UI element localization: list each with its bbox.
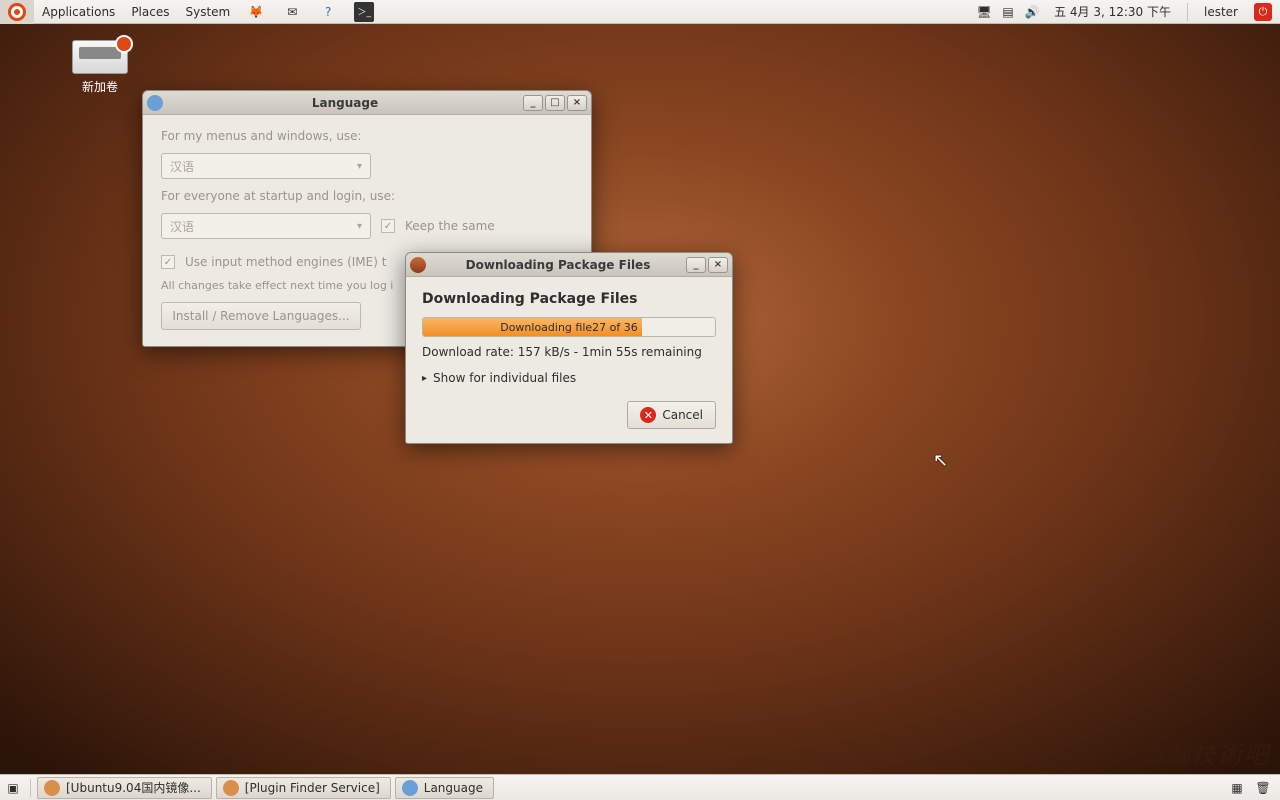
minimize-button[interactable]: _: [686, 257, 706, 273]
download-window-title: Downloading Package Files: [430, 258, 686, 272]
drive-label: 新加卷: [60, 78, 140, 95]
menu-system[interactable]: System: [177, 0, 238, 24]
globe-icon: [147, 95, 163, 111]
taskbar-item-language[interactable]: Language: [395, 777, 494, 799]
login-language-label: For everyone at startup and login, use:: [161, 189, 573, 203]
workspace-switcher[interactable]: ▦: [1227, 778, 1247, 798]
cancel-button[interactable]: ✕ Cancel: [627, 401, 716, 429]
update-tray-icon[interactable]: 🖥: [974, 2, 994, 22]
download-rate: Download rate: 157 kB/s - 1min 55s remai…: [422, 345, 716, 359]
clock[interactable]: 五 4月 3, 12:30 下午: [1046, 0, 1179, 24]
download-heading: Downloading Package Files: [422, 291, 716, 307]
download-titlebar[interactable]: Downloading Package Files _ ×: [406, 253, 732, 277]
volume-tray-icon[interactable]: 🔊: [1022, 2, 1042, 22]
separator: [1187, 3, 1188, 21]
separator: [30, 779, 31, 797]
top-panel: Applications Places System 🦊 ✉ ? ＞_ 🖥 ▤ …: [0, 0, 1280, 24]
menus-language-label: For my menus and windows, use:: [161, 129, 573, 143]
globe-icon: [402, 780, 418, 796]
progress-bar: Downloading file 27 of 36: [422, 317, 716, 337]
triangle-right-icon: ▸: [422, 373, 427, 384]
help-launcher-icon[interactable]: ?: [310, 0, 346, 24]
user-menu[interactable]: lester: [1196, 0, 1246, 24]
menus-language-value: 汉语: [170, 158, 194, 175]
cancel-label: Cancel: [662, 408, 703, 422]
chevron-down-icon: ▾: [357, 161, 362, 172]
firefox-icon: [44, 780, 60, 796]
taskbar-label: [Plugin Finder Service]: [245, 781, 380, 795]
taskbar-label: [Ubuntu9.04国内镜像...: [66, 779, 201, 796]
maximize-button[interactable]: □: [545, 95, 565, 111]
taskbar-item-firefox[interactable]: [Ubuntu9.04国内镜像...: [37, 777, 212, 799]
show-individual-files-expander[interactable]: ▸ Show for individual files: [422, 371, 716, 385]
mouse-cursor: ↖: [933, 450, 948, 471]
close-button[interactable]: ×: [708, 257, 728, 273]
language-titlebar[interactable]: Language _ □ ×: [143, 91, 591, 115]
terminal-launcher-icon[interactable]: ＞_: [346, 0, 382, 24]
firefox-icon: [223, 780, 239, 796]
taskbar-label: Language: [424, 781, 483, 795]
firefox-launcher-icon[interactable]: 🦊: [238, 0, 274, 24]
desktop-drive-icon[interactable]: 新加卷: [60, 40, 140, 95]
show-desktop-button[interactable]: ▣: [3, 778, 23, 798]
chevron-down-icon: ▾: [357, 221, 362, 232]
progress-text: Downloading file 27 of 36: [423, 318, 715, 336]
bottom-panel: ▣ [Ubuntu9.04国内镜像... [Plugin Finder Serv…: [0, 774, 1280, 800]
download-dialog: Downloading Package Files _ × Downloadin…: [405, 252, 733, 444]
login-language-value: 汉语: [170, 218, 194, 235]
watermark: 電腦技術吧: [1140, 735, 1270, 770]
ubuntu-menu-icon[interactable]: [0, 0, 34, 24]
drive-icon: [72, 40, 128, 74]
login-language-combo[interactable]: 汉语 ▾: [161, 213, 371, 239]
keep-same-label: Keep the same: [405, 219, 495, 233]
install-remove-languages-button[interactable]: Install / Remove Languages...: [161, 302, 361, 330]
mail-launcher-icon[interactable]: ✉: [274, 0, 310, 24]
menu-applications[interactable]: Applications: [34, 0, 123, 24]
shutdown-button[interactable]: ⏻: [1250, 0, 1276, 24]
cancel-icon: ✕: [640, 407, 656, 423]
menu-places[interactable]: Places: [123, 0, 177, 24]
taskbar-item-plugin-finder[interactable]: [Plugin Finder Service]: [216, 777, 391, 799]
language-window-title: Language: [167, 96, 523, 110]
ime-label: Use input method engines (IME) t: [185, 255, 386, 269]
ime-checkbox[interactable]: ✓: [161, 255, 175, 269]
expander-label: Show for individual files: [433, 371, 576, 385]
package-icon: [410, 257, 426, 273]
trash-icon[interactable]: 🗑: [1253, 778, 1273, 798]
minimize-button[interactable]: _: [523, 95, 543, 111]
network-tray-icon[interactable]: ▤: [998, 2, 1018, 22]
keep-same-checkbox[interactable]: ✓: [381, 219, 395, 233]
close-button[interactable]: ×: [567, 95, 587, 111]
menus-language-combo[interactable]: 汉语 ▾: [161, 153, 371, 179]
